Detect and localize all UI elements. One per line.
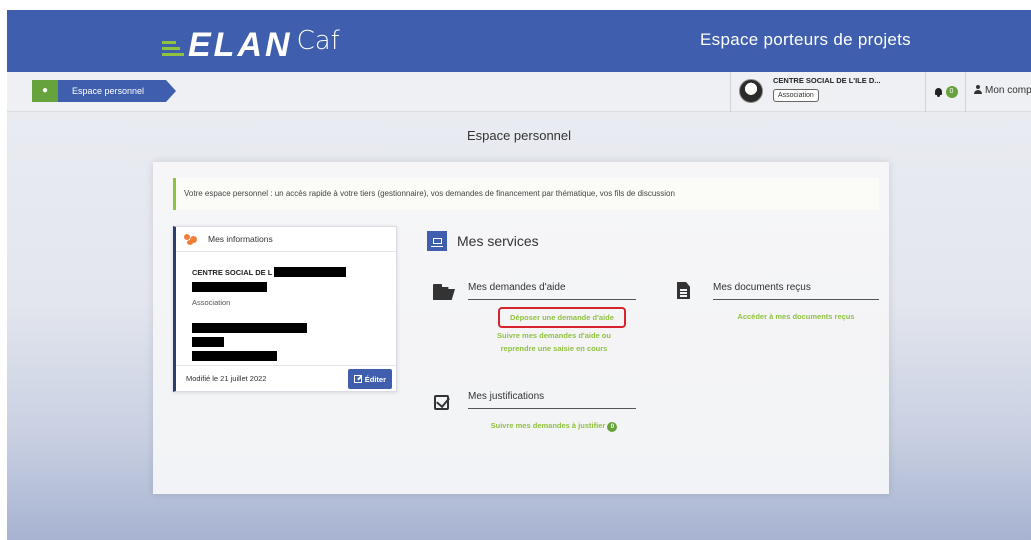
checkbox-check-icon [434, 395, 449, 410]
edit-button-label: Éditer [364, 374, 386, 384]
bell-icon [934, 87, 943, 97]
page-title: Espace personnel [466, 128, 572, 143]
home-icon[interactable]: ● [32, 80, 58, 102]
justifications-link-wrapper: Suivre mes demandes à justifier 0 [468, 421, 640, 432]
suivre-demandes-link[interactable]: Suivre mes demandes d'aide ou reprendre … [468, 331, 640, 353]
service-justifications: Mes justifications [468, 391, 636, 409]
info-panel-body: CENTRE SOCIAL DE L Association [176, 252, 396, 361]
org-name: CENTRE SOCIAL DE L'ILE D... [773, 76, 881, 85]
documents-recus-link[interactable]: Accéder à mes documents reçus [713, 312, 879, 321]
service-justifications-title: Mes justifications [468, 391, 636, 409]
service-demandes: Mes demandes d'aide [468, 282, 636, 300]
info-panel-footer: Modifié le 21 juillet 2022 Éditer [176, 365, 396, 391]
redaction-bar [192, 351, 277, 361]
folder-open-icon [433, 284, 455, 300]
deposer-link-wrapper: Déposer une demande d'aide [498, 307, 626, 328]
top-header: ELAN Caf Espace porteurs de projets [7, 10, 1031, 72]
info-panel-title: Mes informations [208, 234, 273, 244]
redaction-bar [192, 337, 224, 347]
edit-button[interactable]: Éditer [347, 369, 392, 389]
justifier-count-badge: 0 [607, 422, 618, 432]
account-label: Mon compte [985, 85, 1031, 96]
info-org-name-text: CENTRE SOCIAL DE L [192, 267, 273, 277]
services-title: Mes services [457, 233, 539, 249]
users-icon [184, 234, 200, 245]
breadcrumb-bar: ● Espace personnel CENTRE SOCIAL DE L'IL… [7, 72, 1031, 112]
services-header: Mes services [427, 231, 539, 251]
user-icon [974, 85, 982, 94]
info-panel: Mes informations CENTRE SOCIAL DE L Asso… [173, 226, 397, 392]
document-icon [677, 282, 690, 299]
modified-date: Modifié le 21 juillet 2022 [186, 374, 267, 383]
account-menu[interactable]: Mon compte [974, 85, 1031, 96]
logo-caf: Caf [296, 26, 340, 57]
breadcrumb-current[interactable]: Espace personnel [58, 80, 177, 102]
suivre-demandes-line1: Suivre mes demandes d'aide ou [497, 331, 611, 340]
service-demandes-title: Mes demandes d'aide [468, 282, 636, 300]
notification-count-badge: 0 [945, 86, 958, 98]
logo-elan: ELAN [188, 26, 293, 64]
documents-link-wrapper: Accéder à mes documents reçus [713, 312, 879, 321]
service-documents-title: Mes documents reçus [713, 282, 879, 300]
suivre-demandes-wrapper: Suivre mes demandes d'aide ou reprendre … [468, 331, 640, 353]
info-org-type: Association [192, 298, 231, 307]
service-documents: Mes documents reçus [713, 282, 879, 300]
main-card: Votre espace personnel : un accès rapide… [153, 162, 889, 494]
redaction-bar [274, 267, 347, 277]
redaction-bar [192, 323, 307, 333]
edit-icon [353, 375, 362, 383]
suivre-demandes-line2: reprendre une saisie en cours [500, 344, 608, 353]
org-selector[interactable]: CENTRE SOCIAL DE L'ILE D... Association [730, 72, 926, 112]
intro-banner: Votre espace personnel : un accès rapide… [173, 178, 879, 210]
redaction-bar [192, 282, 267, 292]
deposer-demande-link[interactable]: Déposer une demande d'aide [498, 307, 626, 328]
suivre-justifier-label: Suivre mes demandes à justifier [490, 421, 606, 430]
info-org-name: CENTRE SOCIAL DE L [192, 267, 396, 277]
elan-caf-logo[interactable]: ELAN Caf [162, 18, 340, 62]
notifications-button[interactable]: 0 [926, 72, 966, 112]
suivre-justifier-link[interactable]: Suivre mes demandes à justifier 0 [468, 421, 640, 432]
logo-stripes [162, 41, 184, 56]
app-window: ELAN Caf Espace porteurs de projets ● Es… [7, 10, 1031, 540]
info-panel-header: Mes informations [176, 227, 396, 252]
space-title: Espace porteurs de projets [700, 30, 911, 49]
laptop-icon [427, 231, 447, 251]
org-type-badge: Association [773, 89, 819, 102]
org-avatar [739, 79, 763, 103]
